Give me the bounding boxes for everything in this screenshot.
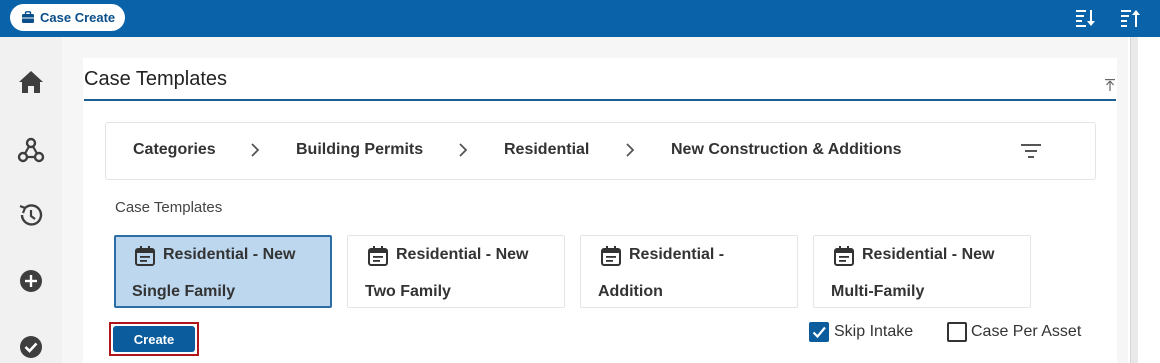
top-bar	[0, 0, 1160, 37]
template-card-two-family[interactable]: Residential - New Two Family	[347, 235, 565, 308]
home-icon[interactable]	[17, 68, 45, 96]
template-card-subtitle: Single Family	[132, 283, 236, 300]
template-card-subtitle: Two Family	[365, 283, 451, 300]
breadcrumb-item-building-permits[interactable]: Building Permits	[296, 141, 423, 159]
case-per-asset-checkbox[interactable]	[947, 322, 967, 342]
case-create-button[interactable]: Case Create	[10, 4, 125, 31]
sort-descending-icon[interactable]	[1074, 7, 1096, 29]
breadcrumb-item-residential[interactable]: Residential	[504, 141, 589, 159]
sort-ascending-icon[interactable]	[1119, 7, 1141, 29]
chevron-right-icon	[251, 143, 260, 157]
check-circle-icon[interactable]	[17, 333, 45, 361]
briefcase-icon	[22, 11, 34, 23]
case-templates-panel	[83, 58, 1117, 363]
case-per-asset-label[interactable]: Case Per Asset	[971, 323, 1081, 341]
calendar-icon	[135, 246, 155, 266]
template-card-subtitle: Multi-Family	[831, 283, 925, 300]
template-card-title: Residential - New	[862, 246, 995, 263]
breadcrumb-item-categories[interactable]: Categories	[133, 141, 216, 159]
case-create-label: Case Create	[40, 10, 116, 25]
template-card-title: Residential - New	[163, 246, 296, 263]
add-circle-icon[interactable]	[17, 267, 45, 295]
vertical-scrollbar[interactable]	[1130, 37, 1138, 363]
chevron-right-icon	[626, 143, 635, 157]
skip-intake-checkbox[interactable]	[809, 322, 829, 342]
templates-section-label: Case Templates	[115, 199, 223, 216]
network-icon[interactable]	[17, 136, 45, 164]
template-card-multi-family[interactable]: Residential - New Multi-Family	[813, 235, 1031, 308]
template-card-subtitle: Addition	[598, 283, 663, 300]
history-icon[interactable]	[17, 201, 45, 229]
calendar-icon	[834, 246, 854, 266]
panel-title: Case Templates	[84, 68, 228, 90]
template-card-single-family[interactable]: Residential - New Single Family	[114, 235, 332, 308]
create-button[interactable]: Create	[113, 326, 195, 352]
template-card-title: Residential -	[629, 246, 725, 263]
template-card-addition[interactable]: Residential - Addition	[580, 235, 798, 308]
chevron-right-icon	[459, 143, 468, 157]
checkmark-icon	[812, 326, 826, 339]
template-card-title: Residential - New	[396, 246, 529, 263]
breadcrumb-item-new-construction[interactable]: New Construction & Additions	[671, 141, 902, 159]
collapse-up-icon[interactable]	[1104, 78, 1116, 92]
calendar-icon	[601, 246, 621, 266]
skip-intake-label[interactable]: Skip Intake	[834, 323, 913, 341]
panel-title-divider	[84, 99, 1116, 101]
filter-icon[interactable]	[1020, 142, 1042, 160]
calendar-icon	[368, 246, 388, 266]
